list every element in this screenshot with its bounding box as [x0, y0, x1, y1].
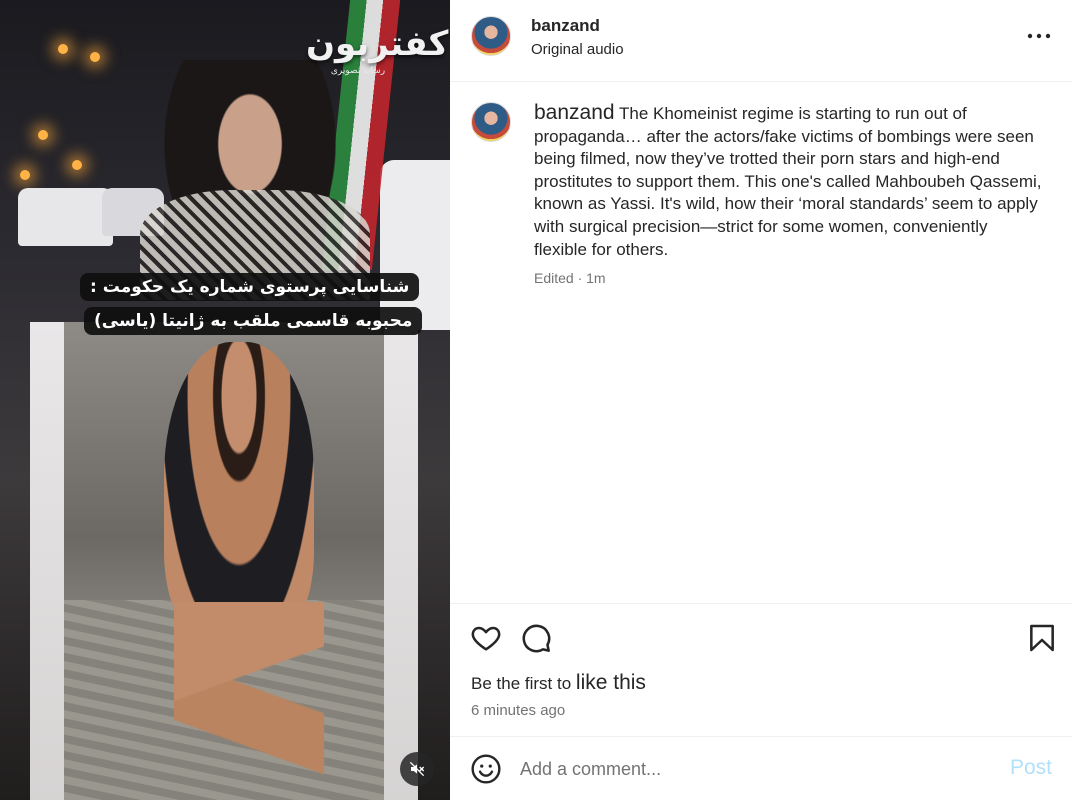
- caption-section: banzand The Khomeinist regime is startin…: [450, 82, 1072, 604]
- overlay-caption-line-1: شناسایی پرستوی شماره یک حکومت :: [80, 273, 420, 301]
- post-details-panel: banzand Original audio banzand The Khome…: [450, 0, 1072, 800]
- audio-label[interactable]: Original audio: [531, 41, 624, 58]
- post-media[interactable]: کفتربون رسانه تصویری شناسایی پرستوی شمار…: [0, 0, 450, 800]
- heart-icon: [471, 626, 501, 651]
- like-this-link[interactable]: like this: [576, 671, 646, 694]
- comment-icon: [522, 624, 551, 653]
- caption-author-avatar[interactable]: [471, 102, 511, 142]
- overlay-caption-line-2: محبوبه قاسمی ملقب به ژانیتا (یاسی): [84, 307, 423, 335]
- mute-button[interactable]: [400, 752, 434, 786]
- caption-username[interactable]: banzand: [534, 101, 615, 124]
- post-actions: Be the first to like this 6 minutes ago: [450, 605, 1072, 737]
- more-horizontal-icon: [1027, 33, 1051, 39]
- volume-off-icon: [409, 761, 425, 777]
- caption-body: The Khomeinist regime is starting to run…: [534, 104, 1042, 259]
- inset-photo: [64, 322, 384, 800]
- likes-summary: Be the first to like this: [471, 671, 646, 695]
- emoji-button[interactable]: [470, 753, 502, 785]
- more-options-button[interactable]: [1024, 26, 1054, 46]
- inset-image-frame: [30, 322, 418, 800]
- save-button[interactable]: [1026, 622, 1058, 654]
- channel-logo: کفتربون رسانه تصویری: [306, 24, 449, 76]
- likes-prefix: Be the first to: [471, 674, 572, 693]
- caption-meta: Edited · 1m: [534, 270, 606, 286]
- emoji-icon: [471, 754, 501, 784]
- comment-input[interactable]: [520, 754, 990, 784]
- post-header: banzand Original audio: [450, 0, 1072, 82]
- comment-bar: Post: [450, 738, 1072, 800]
- author-username[interactable]: banzand: [531, 16, 600, 36]
- post-timestamp[interactable]: 6 minutes ago: [471, 702, 565, 719]
- author-avatar[interactable]: [471, 16, 511, 56]
- comment-button[interactable]: [520, 622, 552, 654]
- like-button[interactable]: [470, 622, 502, 654]
- bookmark-icon: [1030, 624, 1054, 652]
- post-comment-button[interactable]: Post: [1010, 756, 1052, 780]
- caption-text: banzand The Khomeinist regime is startin…: [534, 101, 1044, 261]
